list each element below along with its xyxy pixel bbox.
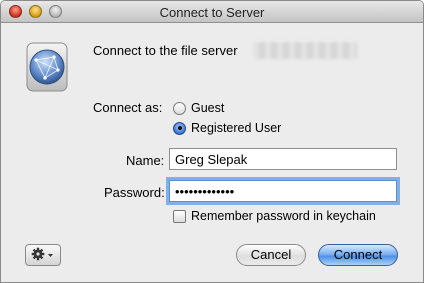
action-menu-button[interactable] bbox=[25, 244, 61, 266]
connect-button[interactable]: Connect bbox=[318, 244, 398, 266]
connect-to-server-window: Connect to Server Connect to the file se… bbox=[0, 0, 424, 283]
server-address-redacted bbox=[253, 42, 357, 59]
remember-password-checkbox[interactable] bbox=[173, 209, 186, 223]
dialog-heading: Connect to the file server bbox=[93, 43, 238, 58]
connect-as-label: Connect as: bbox=[93, 100, 163, 115]
password-field[interactable] bbox=[169, 180, 397, 202]
remember-password-option[interactable]: Remember password in keychain bbox=[173, 209, 376, 223]
gear-icon bbox=[31, 247, 55, 264]
password-label: Password: bbox=[104, 185, 165, 200]
name-label: Name: bbox=[126, 153, 165, 168]
guest-radio-option[interactable]: Guest bbox=[173, 100, 224, 116]
cancel-button[interactable]: Cancel bbox=[236, 244, 306, 266]
window-title: Connect to Server bbox=[159, 5, 265, 20]
registered-user-radio-label: Registered User bbox=[191, 121, 282, 135]
guest-radio-label: Guest bbox=[191, 101, 225, 115]
title-bar[interactable]: Connect to Server bbox=[1, 1, 423, 23]
guest-radio[interactable] bbox=[173, 101, 186, 115]
remember-password-label: Remember password in keychain bbox=[191, 209, 376, 223]
registered-user-radio-option[interactable]: Registered User bbox=[173, 120, 281, 136]
registered-user-radio[interactable] bbox=[173, 121, 186, 135]
network-globe-icon bbox=[23, 41, 71, 93]
name-field[interactable] bbox=[169, 148, 397, 170]
